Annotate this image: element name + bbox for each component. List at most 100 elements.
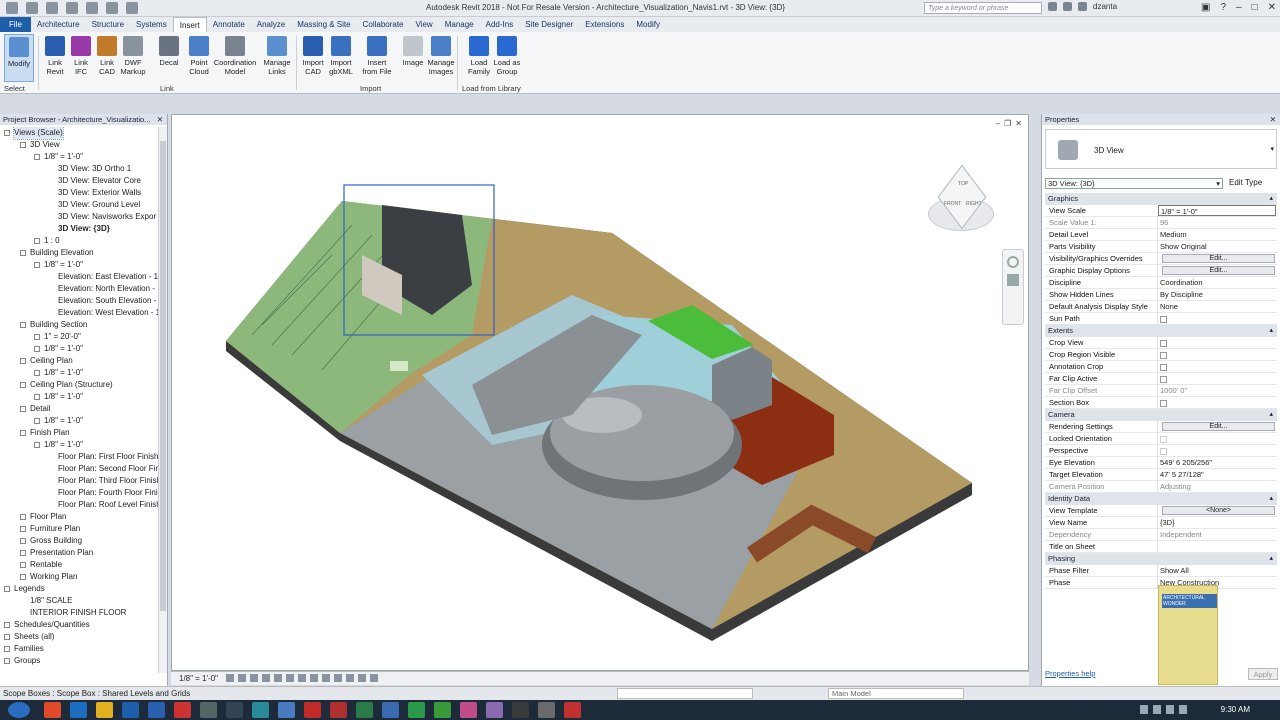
close-icon[interactable]: ✕ bbox=[1270, 114, 1276, 125]
tree-item[interactable]: Floor Plan: Roof Level Finish bbox=[0, 499, 158, 511]
property-value[interactable]: 549' 6 205/256" bbox=[1157, 457, 1277, 468]
tree-item[interactable]: Working Plan bbox=[0, 571, 158, 583]
edit-button[interactable]: Edit... bbox=[1162, 254, 1275, 263]
app-icon[interactable] bbox=[226, 702, 243, 718]
property-value[interactable] bbox=[1157, 445, 1277, 456]
property-section-header[interactable]: Graphics bbox=[1045, 193, 1277, 205]
tree-item[interactable]: Elevation: East Elevation - 1 bbox=[0, 271, 158, 283]
checkbox[interactable] bbox=[1160, 340, 1167, 347]
volume-icon[interactable] bbox=[1179, 705, 1187, 714]
detail-level-icon[interactable] bbox=[226, 674, 234, 682]
tree-item[interactable]: 1/8" = 1'-0" bbox=[0, 151, 158, 163]
app-icon[interactable] bbox=[408, 702, 425, 718]
tree-item[interactable]: Families bbox=[0, 643, 158, 655]
explorer-icon[interactable] bbox=[96, 702, 113, 718]
collapse-icon[interactable] bbox=[34, 442, 40, 448]
import-cad-button[interactable]: Import CAD bbox=[298, 34, 328, 82]
expand-icon[interactable] bbox=[34, 346, 40, 352]
tree-item[interactable]: 3D View: Elevator Core bbox=[0, 175, 158, 187]
chevron-down-icon[interactable]: ▾ bbox=[1270, 145, 1274, 153]
property-value[interactable]: None bbox=[1157, 301, 1277, 312]
tree-item[interactable]: Sheets (all) bbox=[0, 631, 158, 643]
property-value[interactable]: Edit... bbox=[1157, 253, 1277, 264]
property-value[interactable] bbox=[1157, 397, 1277, 408]
tree-item[interactable]: Presentation Plan bbox=[0, 547, 158, 559]
tree-item[interactable]: Elevation: North Elevation - bbox=[0, 283, 158, 295]
type-selector[interactable]: 3D View ▾ bbox=[1045, 129, 1277, 169]
property-value[interactable]: <None> bbox=[1157, 505, 1277, 516]
redo-icon[interactable] bbox=[66, 2, 78, 14]
app-icon[interactable] bbox=[252, 702, 269, 718]
powerpoint-icon[interactable] bbox=[174, 702, 191, 718]
ad-thumbnail[interactable]: ARCHITECTURAL WONDER bbox=[1158, 585, 1218, 685]
sun-path-icon[interactable] bbox=[250, 674, 258, 682]
collapse-icon[interactable] bbox=[20, 382, 26, 388]
reveal-hidden-icon[interactable] bbox=[334, 674, 342, 682]
tree-item[interactable]: Furniture Plan bbox=[0, 523, 158, 535]
tree-item[interactable]: 1/8" = 1'-0" bbox=[0, 391, 158, 403]
star-icon[interactable] bbox=[1063, 2, 1072, 11]
tree-item[interactable]: Elevation: West Elevation - 1 bbox=[0, 307, 158, 319]
load-family-button[interactable]: Load Family bbox=[464, 34, 494, 82]
instance-selector[interactable]: 3D View: {3D} ▾ bbox=[1045, 178, 1223, 189]
modify-button[interactable]: Modify bbox=[4, 34, 34, 82]
autocad-icon[interactable] bbox=[304, 702, 321, 718]
expand-icon[interactable] bbox=[20, 514, 26, 520]
app-icon[interactable] bbox=[434, 702, 451, 718]
tab-file[interactable]: File bbox=[0, 17, 31, 32]
expand-icon[interactable] bbox=[20, 562, 26, 568]
tab-systems[interactable]: Systems bbox=[130, 17, 173, 32]
collapse-icon[interactable] bbox=[34, 262, 40, 268]
viewcube-top[interactable]: TOP bbox=[958, 181, 968, 187]
edit-button[interactable]: Edit... bbox=[1162, 422, 1275, 431]
tree-item[interactable]: INTERIOR FINISH FLOOR bbox=[0, 607, 158, 619]
project-browser-scrollbar[interactable] bbox=[158, 127, 167, 673]
visual-style-icon[interactable] bbox=[238, 674, 246, 682]
expand-icon[interactable] bbox=[4, 634, 10, 640]
revit-active-icon[interactable] bbox=[278, 702, 295, 718]
checkbox[interactable] bbox=[1160, 400, 1167, 407]
outlook-icon[interactable] bbox=[122, 702, 139, 718]
expand-icon[interactable] bbox=[20, 538, 26, 544]
tree-item[interactable]: Detail bbox=[0, 403, 158, 415]
show-crop-icon[interactable] bbox=[298, 674, 306, 682]
tab-insert[interactable]: Insert bbox=[172, 17, 207, 32]
tree-item[interactable]: Ceiling Plan (Structure) bbox=[0, 379, 158, 391]
tab-analyze[interactable]: Analyze bbox=[251, 17, 291, 32]
tray-icon[interactable] bbox=[1140, 705, 1148, 714]
close-icon[interactable]: ✕ bbox=[157, 114, 163, 125]
property-value[interactable] bbox=[1157, 349, 1277, 360]
tree-item[interactable]: 1/8" = 1'-0" bbox=[0, 367, 158, 379]
tab-massing-site[interactable]: Massing & Site bbox=[291, 17, 356, 32]
import-gbxml-button[interactable]: Import gbXML bbox=[326, 34, 356, 82]
property-value[interactable] bbox=[1157, 361, 1277, 372]
ie-icon[interactable] bbox=[70, 702, 87, 718]
tree-item[interactable]: 3D View: Exterior Walls bbox=[0, 187, 158, 199]
print-icon[interactable] bbox=[86, 2, 98, 14]
viewcube-front[interactable]: FRONT bbox=[944, 201, 961, 207]
edit-type-button[interactable]: Edit Type bbox=[1229, 178, 1262, 187]
shadows-icon[interactable] bbox=[262, 674, 270, 682]
tree-item[interactable]: Gross Building bbox=[0, 535, 158, 547]
load-as-group-button[interactable]: Load as Group bbox=[492, 34, 522, 82]
checkbox[interactable] bbox=[1160, 376, 1167, 383]
expand-icon[interactable] bbox=[34, 334, 40, 340]
property-section-header[interactable]: Identity Data bbox=[1045, 493, 1277, 505]
property-value[interactable]: By Discipline bbox=[1157, 289, 1277, 300]
expand-icon[interactable] bbox=[4, 658, 10, 664]
chevron-down-icon[interactable]: ▾ bbox=[1216, 179, 1220, 189]
tree-item[interactable]: 3D View bbox=[0, 139, 158, 151]
decal-button[interactable]: Decal bbox=[154, 34, 184, 82]
property-section-header[interactable]: Extents bbox=[1045, 325, 1277, 337]
property-value[interactable]: 47' 5 27/128" bbox=[1157, 469, 1277, 480]
property-value[interactable]: 1/8" = 1'-0" bbox=[1158, 205, 1276, 216]
tree-item[interactable]: 1 : 0 bbox=[0, 235, 158, 247]
property-value[interactable] bbox=[1157, 373, 1277, 384]
3d-viewport[interactable]: – ❐ ✕ TOP FRONT RIGHT bbox=[171, 114, 1029, 671]
property-value[interactable]: Edit... bbox=[1157, 421, 1277, 432]
tab-manage[interactable]: Manage bbox=[439, 17, 480, 32]
app-icon[interactable] bbox=[512, 702, 529, 718]
expand-icon[interactable] bbox=[20, 550, 26, 556]
start-button[interactable] bbox=[8, 702, 30, 718]
property-value[interactable]: Show Original bbox=[1157, 241, 1277, 252]
